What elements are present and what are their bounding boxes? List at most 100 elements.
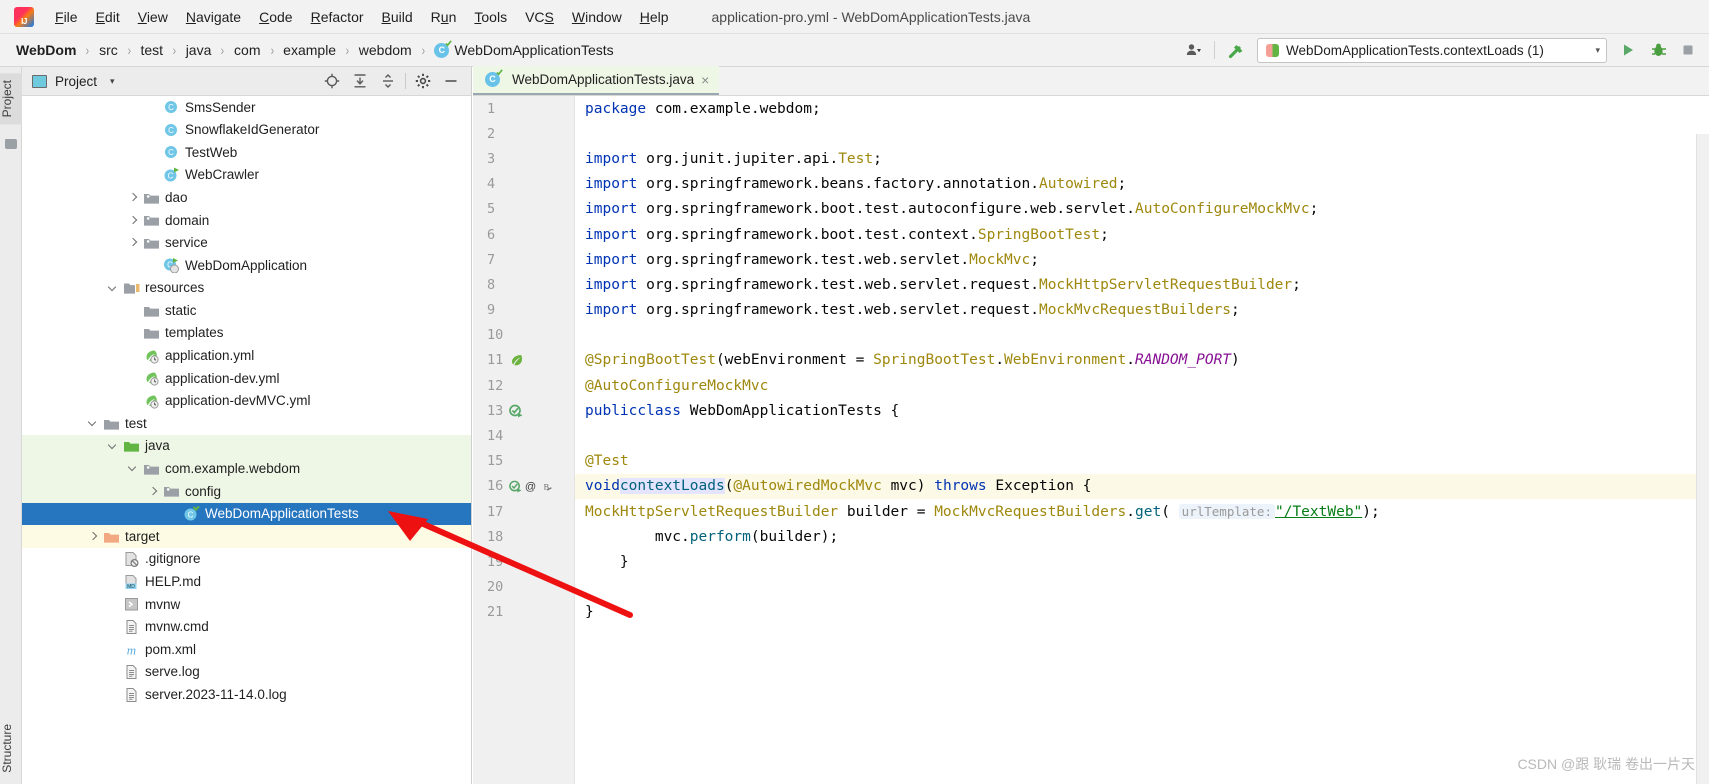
project-file-tree[interactable]: C SmsSender C SnowflakeIdGenerator C TestWeb C… [22, 96, 471, 784]
code-line-17[interactable]: MockHttpServletRequestBuilder builder = … [575, 499, 1709, 524]
code-line-21[interactable]: } [575, 600, 1709, 625]
gutter-line-4[interactable]: 4 [473, 172, 574, 197]
tree-item-pom-xml[interactable]: m pom.xml [22, 638, 471, 661]
run-configuration-selector[interactable]: WebDomApplicationTests.contextLoads (1) … [1257, 37, 1607, 63]
menu-run[interactable]: Run [422, 5, 466, 29]
breadcrumb-test[interactable]: test [138, 40, 165, 60]
locate-in-tree-icon[interactable] [318, 69, 346, 93]
menu-refactor[interactable]: Refactor [302, 5, 373, 29]
editor-right-scrollbar[interactable] [1696, 134, 1709, 784]
code-line-15[interactable]: @Test [575, 449, 1709, 474]
gutter-line-8[interactable]: 8 [473, 272, 574, 297]
code-line-4[interactable]: import org.springframework.beans.factory… [575, 172, 1709, 197]
breadcrumb-com[interactable]: com [232, 40, 262, 60]
hide-panel-icon[interactable] [437, 69, 465, 93]
tree-item-mvnw-cmd[interactable]: mvnw.cmd [22, 616, 471, 639]
breadcrumb-webdom[interactable]: webdom [357, 40, 414, 60]
menu-edit[interactable]: Edit [87, 5, 129, 29]
build-hammer-icon[interactable] [1221, 37, 1251, 63]
gutter-line-15[interactable]: 15 [473, 449, 574, 474]
code-line-2[interactable] [575, 121, 1709, 146]
code-line-13[interactable]: public class WebDomApplicationTests { [575, 398, 1709, 423]
code-line-14[interactable] [575, 423, 1709, 448]
tree-item-java[interactable]: java [22, 434, 471, 458]
string-literal[interactable]: "/TextWeb" [1275, 504, 1362, 520]
code-line-20[interactable] [575, 575, 1709, 600]
tree-item-webdomapplicationtests[interactable]: C WebDomApplicationTests [22, 502, 471, 526]
tree-item-dao[interactable]: dao [22, 186, 471, 209]
gutter-line-20[interactable]: 20 [473, 575, 574, 600]
run-button[interactable] [1613, 37, 1643, 63]
gutter-line-6[interactable]: 6 [473, 222, 574, 247]
code-line-5[interactable]: import org.springframework.boot.test.aut… [575, 197, 1709, 222]
expand-all-icon[interactable] [346, 69, 374, 93]
gutter-line-11[interactable]: 11 [473, 348, 574, 373]
chevron-right-icon[interactable] [128, 237, 139, 248]
gutter-line-2[interactable]: 2 [473, 121, 574, 146]
tree-item-service[interactable]: service [22, 232, 471, 255]
chevron-down-icon[interactable] [88, 418, 99, 429]
breadcrumb-example[interactable]: example [281, 40, 338, 60]
tree-item-target[interactable]: target [22, 525, 471, 548]
gutter-line-17[interactable]: 17 [473, 499, 574, 524]
tree-item-test[interactable]: test [22, 412, 471, 435]
stop-button[interactable] [1673, 37, 1703, 63]
breadcrumb-src[interactable]: src [97, 40, 120, 60]
gutter-line-14[interactable]: 14 [473, 423, 574, 448]
chevron-right-icon[interactable] [128, 192, 139, 203]
gutter-line-21[interactable]: 21 [473, 600, 574, 625]
debug-button[interactable] [1643, 37, 1673, 63]
tree-item-mvnw[interactable]: mvnw [22, 593, 471, 616]
chevron-right-icon[interactable] [148, 486, 159, 497]
tree-item-static[interactable]: static [22, 299, 471, 322]
chevron-right-icon[interactable] [88, 531, 99, 542]
tree-item-com-example-webdom[interactable]: com.example.webdom [22, 457, 471, 481]
chevron-down-icon[interactable] [108, 441, 119, 452]
code-line-18[interactable]: mvc. perform (builder); [575, 524, 1709, 549]
menu-help[interactable]: Help [631, 5, 678, 29]
tree-item-gitignore[interactable]: .gitignore [22, 548, 471, 571]
tree-item-help-md[interactable]: MD HELP.md [22, 570, 471, 593]
user-settings-icon[interactable] [1178, 37, 1208, 63]
tool-window-tab-project[interactable]: Project [0, 73, 22, 125]
code-line-7[interactable]: import org.springframework.test.web.serv… [575, 247, 1709, 272]
menu-build[interactable]: Build [373, 5, 422, 29]
tree-item-webdomapplication[interactable]: C WebDomApplication [22, 254, 471, 277]
chevron-down-icon[interactable] [128, 463, 139, 474]
gutter-line-12[interactable]: 12 [473, 373, 574, 398]
tree-item-resources[interactable]: resources [22, 277, 471, 300]
breadcrumb-class[interactable]: WebDomApplicationTests [432, 40, 615, 60]
gutter-icons[interactable] [509, 404, 523, 418]
menu-tools[interactable]: Tools [465, 5, 516, 29]
tree-item-application-devmvc-yml[interactable]: application-devMVC.yml [22, 390, 471, 413]
code-line-8[interactable]: import org.springframework.test.web.serv… [575, 272, 1709, 297]
code-line-3[interactable]: import org.junit.jupiter.api. Test; [575, 146, 1709, 171]
gutter-line-18[interactable]: 18 [473, 524, 574, 549]
gutter-line-19[interactable]: 19 [473, 549, 574, 574]
chevron-down-icon[interactable] [108, 283, 119, 294]
gutter-line-7[interactable]: 7 [473, 247, 574, 272]
gutter-icons[interactable] [509, 353, 523, 367]
breadcrumb-project[interactable]: WebDom [14, 40, 78, 60]
editor-tab-webdomapplicationtests[interactable]: WebDomApplicationTests.java × [473, 66, 720, 95]
menu-view[interactable]: View [129, 5, 177, 29]
chevron-down-icon[interactable]: ▾ [110, 76, 115, 87]
close-icon[interactable]: × [701, 73, 709, 87]
code-line-16[interactable]: void contextLoads(@Autowired MockMvc mvc… [575, 473, 1709, 499]
tree-item-testweb[interactable]: C TestWeb [22, 141, 471, 164]
menu-window[interactable]: Window [563, 5, 631, 29]
tree-item-application-yml[interactable]: application.yml [22, 345, 471, 368]
menu-navigate[interactable]: Navigate [177, 5, 250, 29]
tree-item-serve-log[interactable]: serve.log [22, 661, 471, 684]
tree-item-domain[interactable]: domain [22, 209, 471, 232]
tree-item-config[interactable]: config [22, 480, 471, 503]
gutter-line-5[interactable]: 5 [473, 197, 574, 222]
code-content[interactable]: package com.example.webdom; import org.ju… [575, 96, 1709, 784]
tree-item-smssender[interactable]: C SmsSender [22, 96, 471, 119]
collapse-all-icon[interactable] [374, 69, 402, 93]
gutter-line-1[interactable]: 1 [473, 96, 574, 121]
settings-gear-icon[interactable] [409, 69, 437, 93]
tree-item-templates[interactable]: templates [22, 322, 471, 345]
code-line-1[interactable]: package com.example.webdom; [575, 96, 1709, 121]
code-line-11[interactable]: @SpringBootTest (webEnvironment = SpringB… [575, 348, 1709, 373]
